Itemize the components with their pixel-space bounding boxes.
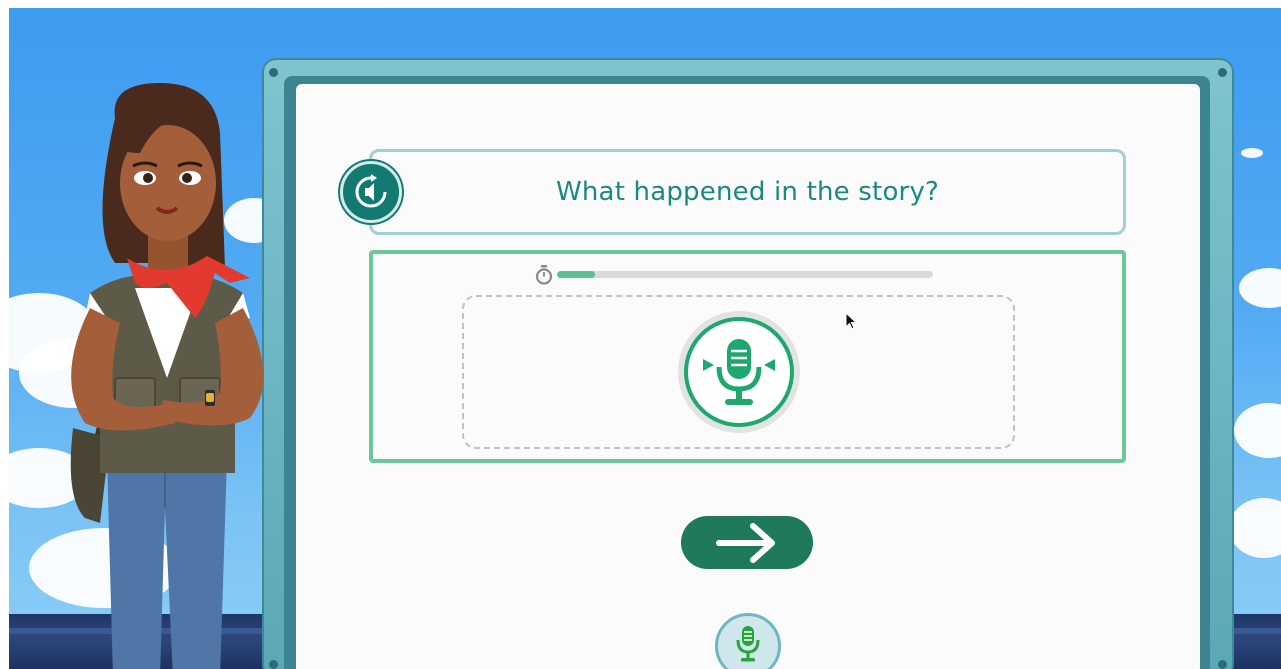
cloud xyxy=(1234,403,1281,458)
cloud xyxy=(1229,498,1281,558)
replay-audio-icon xyxy=(355,174,387,208)
cloud xyxy=(1241,148,1263,158)
stopwatch-icon xyxy=(535,265,553,285)
next-button[interactable] xyxy=(681,516,813,569)
question-text: What happened in the story? xyxy=(555,177,940,207)
timer-progress-bar xyxy=(557,271,933,278)
question-box: What happened in the story? xyxy=(369,149,1126,235)
arrow-right-icon xyxy=(716,522,775,563)
bolt xyxy=(269,68,278,77)
guide-character xyxy=(70,83,264,669)
microphone-icon xyxy=(703,339,775,405)
cloud xyxy=(1239,268,1281,308)
replay-audio-button[interactable] xyxy=(340,161,402,223)
record-button-inner xyxy=(684,317,794,427)
microphone-icon xyxy=(736,626,760,662)
bolt xyxy=(1218,660,1227,669)
timer-progress-fill xyxy=(557,271,595,278)
record-button[interactable] xyxy=(678,311,800,433)
bolt xyxy=(1218,68,1227,77)
mouse-cursor xyxy=(845,312,857,330)
